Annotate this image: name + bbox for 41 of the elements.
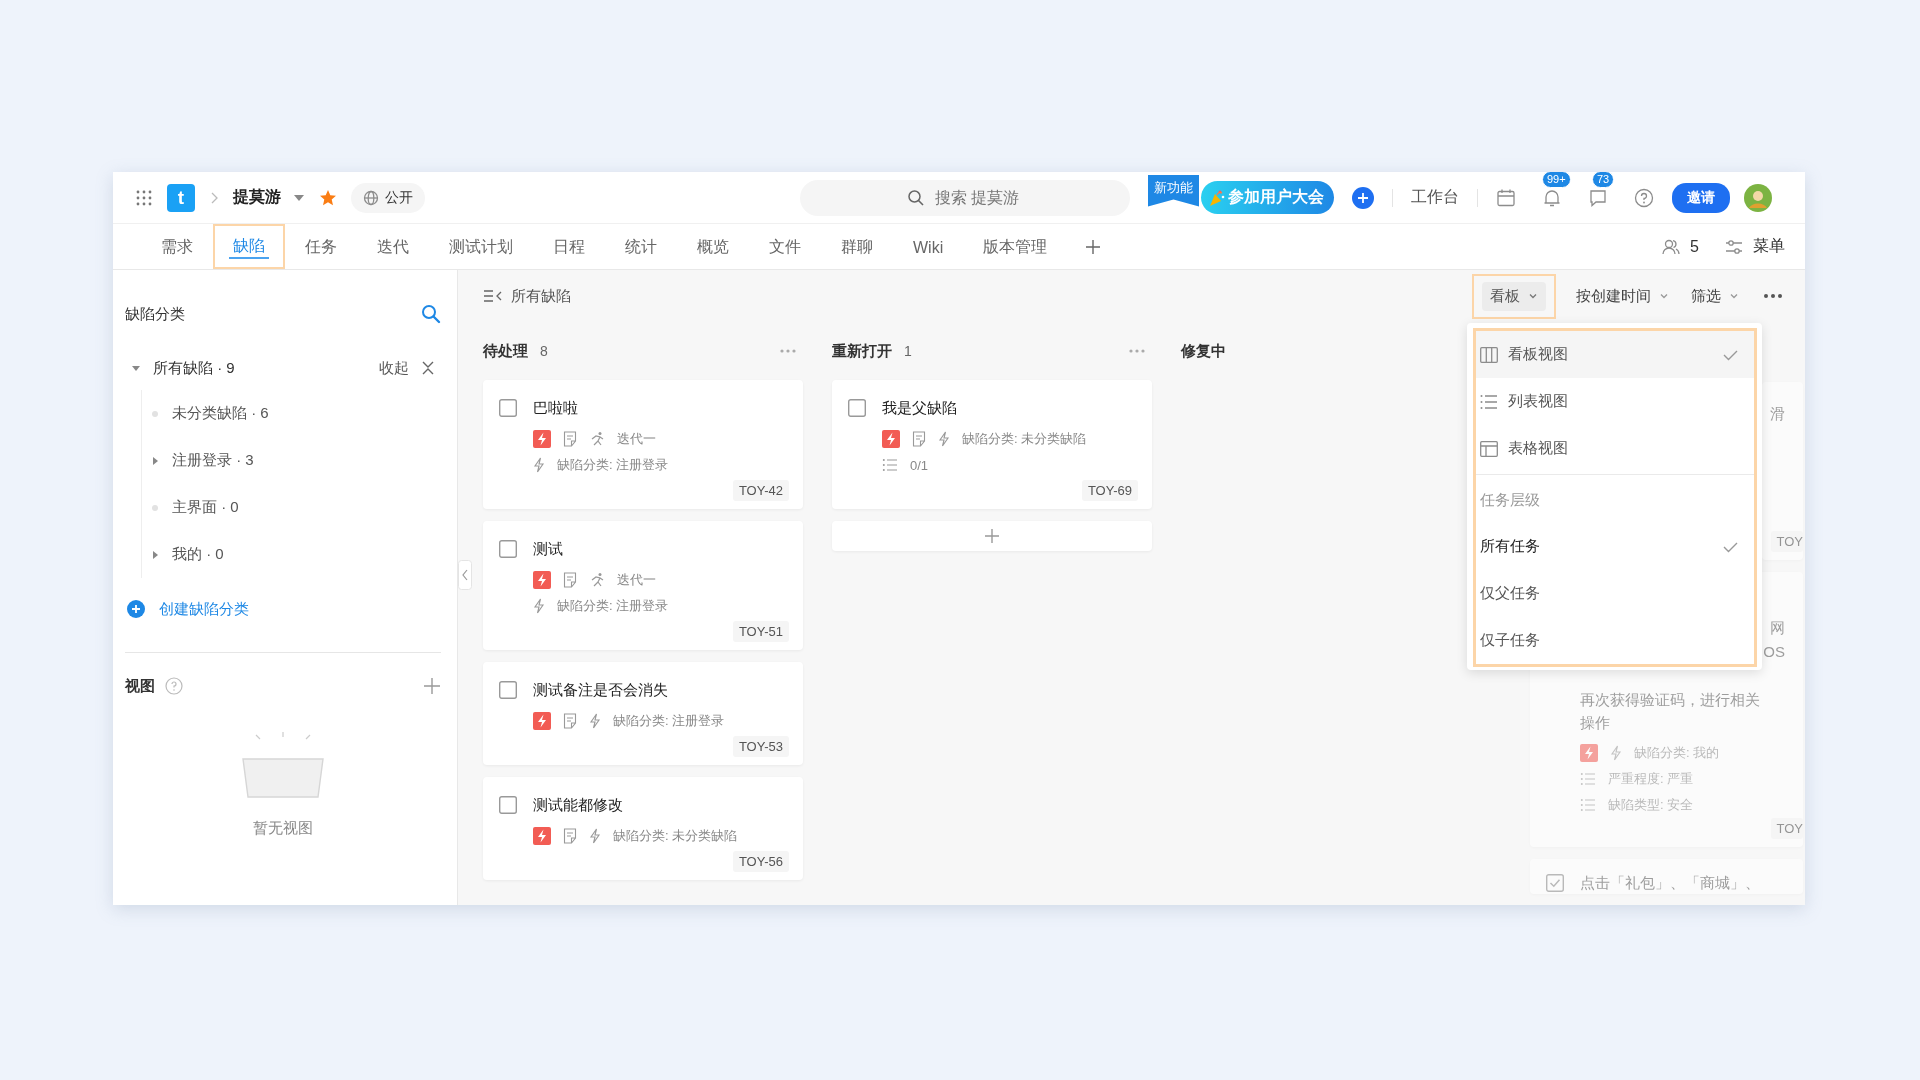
card-title: 巴啦啦 bbox=[533, 398, 579, 418]
column-count: 1 bbox=[904, 343, 912, 359]
card-text-line: 操作 bbox=[1580, 713, 1611, 733]
card-meta-text: 缺陷分类: 注册登录 bbox=[557, 456, 669, 474]
issue-id: TOY-69 bbox=[1081, 480, 1138, 501]
card-meta-text: 缺陷分类: 未分类缺陷 bbox=[962, 430, 1087, 448]
issue-id: TOY bbox=[1770, 531, 1803, 552]
count-badge: 99+ bbox=[1542, 172, 1571, 188]
card-title: 测试 bbox=[533, 539, 564, 559]
card-meta-text: 缺陷分类: 我的 bbox=[1634, 744, 1720, 762]
column-title: 重新打开 bbox=[832, 341, 892, 361]
card-meta-text: 严重程度: 严重 bbox=[1608, 770, 1694, 788]
issue-id: TOY-53 bbox=[732, 736, 789, 757]
issue-id: TOY-42 bbox=[732, 480, 789, 501]
issue-id: TOY bbox=[1770, 818, 1803, 839]
card-meta-text: 迭代一 bbox=[617, 430, 656, 448]
column-title: 修复中 bbox=[1181, 341, 1226, 361]
card-title: 测试备注是否会消失 bbox=[533, 680, 669, 700]
card-text-line: OS bbox=[1762, 642, 1786, 662]
card-meta-text: 缺陷类型: 安全 bbox=[1608, 796, 1694, 814]
card-meta-text: 缺陷分类: 未分类缺陷 bbox=[613, 827, 738, 845]
card-title: 测试能都修改 bbox=[533, 795, 624, 815]
issue-id: TOY-51 bbox=[732, 621, 789, 642]
panel-title: 缺陷分类 bbox=[125, 304, 185, 324]
card-meta-text: 迭代一 bbox=[617, 571, 656, 589]
section-title: 视图 bbox=[125, 676, 155, 696]
issue-id: TOY-56 bbox=[732, 851, 789, 872]
card-title: 我是父缺陷 bbox=[882, 398, 958, 418]
menu-section-title: 任务层级 bbox=[1479, 489, 1541, 510]
card-text-line: 点击「礼包」、「商城」、 bbox=[1580, 873, 1761, 893]
column-title: 待处理 bbox=[483, 341, 528, 361]
card-text-line: 网 bbox=[1769, 618, 1786, 638]
column-count: 8 bbox=[540, 343, 548, 359]
card-meta-text: 0/1 bbox=[910, 457, 929, 473]
empty-state-text: 暂无视图 bbox=[253, 819, 313, 838]
new-feature-ribbon: 新功能 bbox=[1148, 174, 1199, 207]
count-badge: 73 bbox=[1592, 172, 1615, 188]
card-text-line: 滑 bbox=[1769, 404, 1786, 424]
card-text-line: 再次获得验证码，进行相关 bbox=[1580, 690, 1761, 710]
card-meta-text: 缺陷分类: 注册登录 bbox=[613, 712, 725, 730]
card-meta-text: 缺陷分类: 注册登录 bbox=[557, 597, 669, 615]
